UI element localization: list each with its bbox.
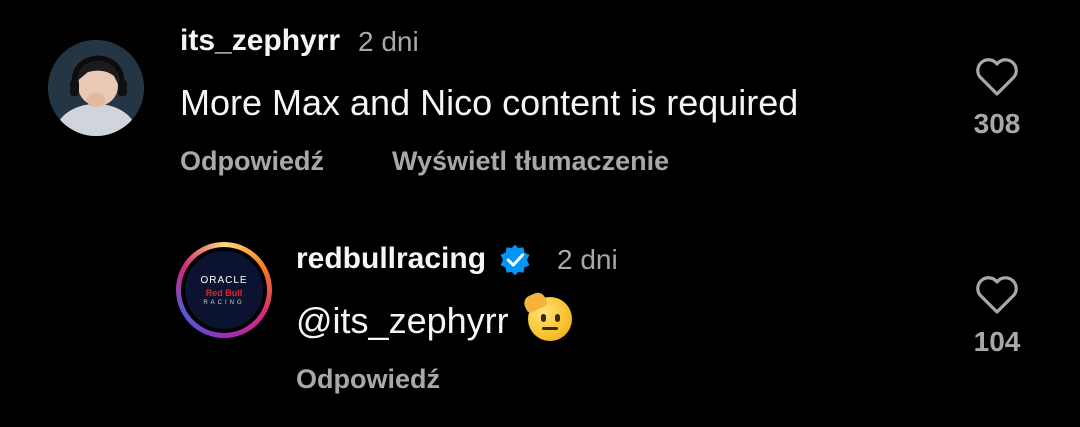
comment-time: 2 dni [358, 26, 419, 57]
saluting-face-emoji-icon [521, 290, 572, 341]
comment-username[interactable]: its_zephyrr [180, 24, 340, 58]
like-count: 104 [973, 326, 1021, 357]
heart-icon[interactable] [974, 274, 1020, 316]
reply-button[interactable]: Odpowiedź [296, 364, 440, 395]
avatar[interactable] [48, 40, 144, 136]
team-logo-icon: ORACLE Red Bull RACING [185, 251, 263, 329]
translate-button[interactable]: Wyświetl tłumaczenie [392, 146, 669, 177]
logo-text-oracle: ORACLE [200, 274, 248, 286]
comment-text: @its_zephyrr [296, 300, 509, 341]
comment-username[interactable]: redbullracing [296, 242, 486, 276]
comment-text: More Max and Nico content is required [180, 82, 799, 123]
reply-button[interactable]: Odpowiedź [180, 146, 324, 177]
comment-time: 2 dni [557, 244, 618, 275]
reply-comment: ORACLE Red Bull RACING redbullracing 2 d… [0, 218, 1080, 427]
verified-badge-icon [500, 244, 530, 276]
like-count: 308 [973, 108, 1021, 139]
comment: its_zephyrr 2 dni More Max and Nico cont… [0, 0, 1080, 200]
heart-icon[interactable] [974, 56, 1020, 98]
user-avatar-icon [48, 40, 144, 136]
logo-text-redbull: Red Bull [205, 287, 243, 298]
avatar[interactable]: ORACLE Red Bull RACING [176, 242, 272, 338]
logo-text-racing: RACING [203, 299, 245, 306]
